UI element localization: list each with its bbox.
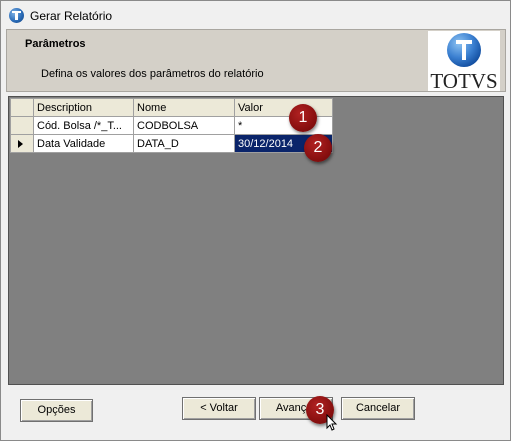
cell-nome[interactable]: DATA_D [133,134,235,153]
annotation-badge-1: 1 [289,104,317,132]
header-subtitle: Defina os valores dos parâmetros do rela… [41,68,264,80]
title-bar: Gerar Relatório [1,1,510,29]
logo-text: TOTVS [430,69,498,93]
current-row-arrow-icon [18,140,23,148]
globe-icon [447,33,481,67]
column-header-valor[interactable]: Valor [234,98,333,117]
row-indicator-header [10,98,34,117]
opcoes-button[interactable]: Opções [20,399,93,422]
annotation-badge-2: 2 [304,134,332,162]
row-indicator[interactable] [10,134,34,153]
cell-description[interactable]: Cód. Bolsa /*_T... [33,116,134,135]
app-icon [9,8,24,23]
back-button[interactable]: < Voltar [182,397,256,420]
totvs-logo: TOTVS [428,31,500,93]
column-header-description[interactable]: Description [33,98,134,117]
table-row[interactable]: Cód. Bolsa /*_T... CODBOLSA * [10,116,333,135]
mouse-pointer-icon [326,414,338,431]
report-wizard-window: Gerar Relatório Parâmetros Defina os val… [0,0,511,441]
parameters-grid: Description Nome Valor Cód. Bolsa /*_T..… [8,96,504,385]
table-row[interactable]: Data Validade DATA_D 30/12/2014 [10,134,333,153]
parameters-table: Description Nome Valor Cód. Bolsa /*_T..… [10,98,333,153]
cancel-button[interactable]: Cancelar [341,397,415,420]
window-title: Gerar Relatório [30,9,113,23]
cell-description[interactable]: Data Validade [33,134,134,153]
column-header-nome[interactable]: Nome [133,98,235,117]
row-indicator[interactable] [10,116,34,135]
cell-valor[interactable]: * [234,116,333,135]
header-title: Parâmetros [25,38,86,50]
cell-nome[interactable]: CODBOLSA [133,116,235,135]
table-header-row: Description Nome Valor [10,98,333,117]
